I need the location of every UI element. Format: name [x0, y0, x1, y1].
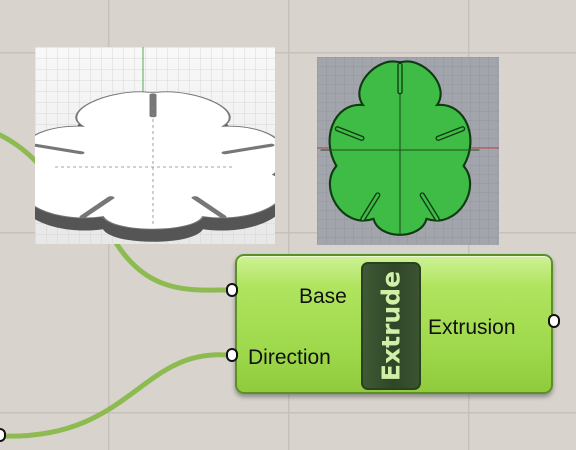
output-port-extrusion[interactable] [548, 314, 560, 328]
input-label-base: Base [299, 285, 347, 308]
output-label-extrusion: Extrusion [428, 316, 516, 339]
wire-direction[interactable] [0, 352, 229, 439]
component-title: Extrude [376, 270, 406, 382]
input-label-direction: Direction [248, 346, 331, 369]
input-port-direction[interactable] [226, 348, 238, 362]
input-port-base[interactable] [226, 283, 238, 297]
component-title-box[interactable]: Extrude [361, 262, 421, 390]
extrude-component[interactable]: Base Direction Extrusion Extrude [235, 254, 553, 394]
perspective-preview [35, 47, 275, 244]
wire-base[interactable] [109, 233, 229, 293]
top-preview [317, 57, 499, 245]
